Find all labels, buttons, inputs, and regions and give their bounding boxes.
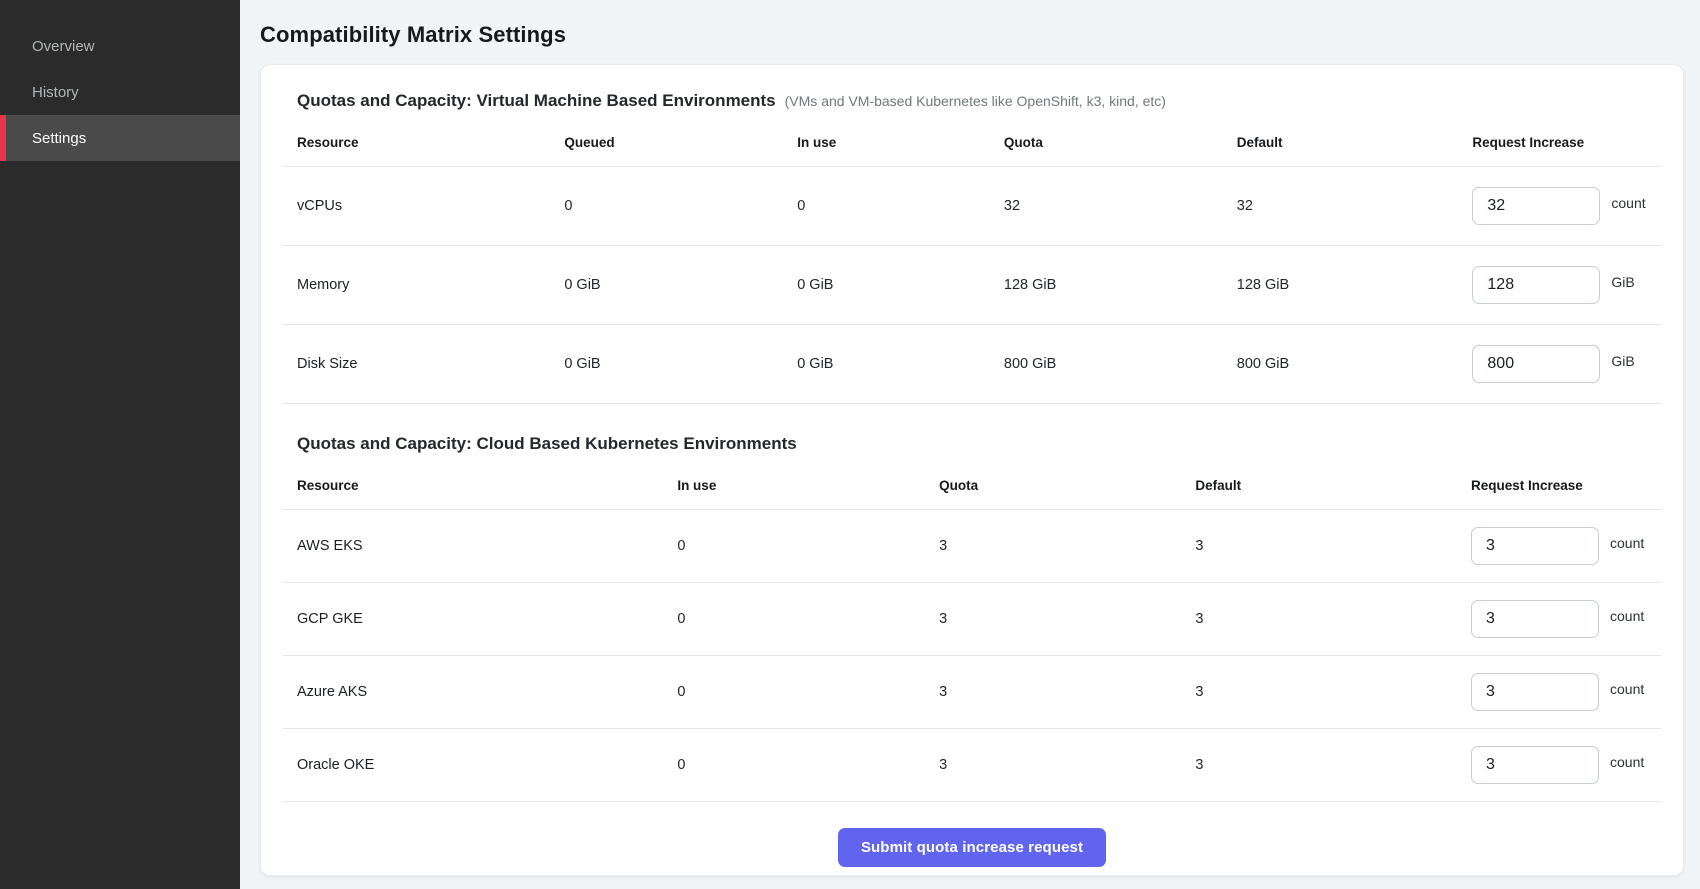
column-header: Queued bbox=[550, 115, 783, 166]
cell-value: 3 bbox=[925, 684, 1181, 700]
cell-value: 0 bbox=[550, 198, 783, 214]
request-increase-input[interactable] bbox=[1471, 673, 1599, 711]
cell-value: 32 bbox=[990, 198, 1223, 214]
cell-value: 0 GiB bbox=[550, 356, 783, 372]
settings-card: Quotas and Capacity: Virtual Machine Bas… bbox=[260, 64, 1684, 876]
request-increase-input[interactable] bbox=[1471, 600, 1599, 638]
resource-name: AWS EKS bbox=[283, 538, 663, 554]
sidebar: OverviewHistorySettings bbox=[0, 0, 240, 889]
cell-value: 128 GiB bbox=[990, 277, 1223, 293]
unit-label: count bbox=[1610, 608, 1644, 624]
cell-value: 0 bbox=[663, 684, 925, 700]
cell-value: 3 bbox=[925, 538, 1181, 554]
resource-name: vCPUs bbox=[283, 198, 550, 214]
table-row: vCPUs003232count bbox=[283, 167, 1661, 246]
cell-value: 800 GiB bbox=[990, 356, 1223, 372]
column-header: Quota bbox=[925, 458, 1181, 509]
request-increase-input[interactable] bbox=[1472, 187, 1600, 225]
sidebar-item-settings[interactable]: Settings bbox=[0, 115, 240, 161]
unit-label: count bbox=[1610, 681, 1644, 697]
cell-value: 0 bbox=[663, 611, 925, 627]
section-title: Quotas and Capacity: Virtual Machine Bas… bbox=[297, 91, 776, 111]
cell-value: 3 bbox=[925, 611, 1181, 627]
column-header: Default bbox=[1181, 458, 1457, 509]
column-header: In use bbox=[663, 458, 925, 509]
cell-value: 3 bbox=[925, 757, 1181, 773]
resource-name: Memory bbox=[283, 277, 550, 293]
request-increase-cell: GiB bbox=[1458, 266, 1661, 304]
table-row: Disk Size0 GiB0 GiB800 GiB800 GiBGiB bbox=[283, 325, 1661, 404]
cell-value: 0 GiB bbox=[550, 277, 783, 293]
cell-value: 0 bbox=[783, 198, 990, 214]
cell-value: 3 bbox=[1181, 757, 1457, 773]
unit-label: count bbox=[1610, 754, 1644, 770]
unit-label: GiB bbox=[1611, 353, 1634, 369]
app-window: OverviewHistorySettings Compatibility Ma… bbox=[0, 0, 1700, 889]
request-increase-cell: count bbox=[1457, 673, 1661, 711]
submit-quota-button[interactable]: Submit quota increase request bbox=[838, 828, 1106, 867]
table-row: Memory0 GiB0 GiB128 GiB128 GiBGiB bbox=[283, 246, 1661, 325]
table-body: AWS EKS033countGCP GKE033countAzure AKS0… bbox=[283, 510, 1661, 802]
cell-value: 0 GiB bbox=[783, 356, 990, 372]
request-increase-cell: count bbox=[1458, 187, 1661, 225]
column-header: Resource bbox=[283, 115, 550, 166]
request-increase-cell: count bbox=[1457, 600, 1661, 638]
table-row: AWS EKS033count bbox=[283, 510, 1661, 583]
table-row: GCP GKE033count bbox=[283, 583, 1661, 656]
column-header: Request Increase bbox=[1458, 115, 1661, 166]
column-header: Resource bbox=[283, 458, 663, 509]
unit-label: GiB bbox=[1611, 274, 1634, 290]
cell-value: 0 bbox=[663, 757, 925, 773]
cell-value: 3 bbox=[1181, 538, 1457, 554]
section-vm-environments: Quotas and Capacity: Virtual Machine Bas… bbox=[283, 91, 1661, 404]
column-header: Quota bbox=[990, 115, 1223, 166]
request-increase-cell: count bbox=[1457, 527, 1661, 565]
resource-name: Oracle OKE bbox=[283, 757, 663, 773]
request-increase-input[interactable] bbox=[1472, 266, 1600, 304]
request-increase-cell: count bbox=[1457, 746, 1661, 784]
resource-name: Azure AKS bbox=[283, 684, 663, 700]
cell-value: 3 bbox=[1181, 611, 1457, 627]
sidebar-item-overview[interactable]: Overview bbox=[0, 23, 240, 69]
unit-label: count bbox=[1611, 195, 1645, 211]
request-increase-input[interactable] bbox=[1471, 746, 1599, 784]
request-increase-input[interactable] bbox=[1471, 527, 1599, 565]
cell-value: 800 GiB bbox=[1223, 356, 1459, 372]
sidebar-item-history[interactable]: History bbox=[0, 69, 240, 115]
request-increase-input[interactable] bbox=[1472, 345, 1600, 383]
cell-value: 0 GiB bbox=[783, 277, 990, 293]
table-header-row: ResourceQueuedIn useQuotaDefaultRequest … bbox=[283, 115, 1661, 167]
request-increase-cell: GiB bbox=[1458, 345, 1661, 383]
cloud-quota-table: ResourceIn useQuotaDefaultRequest Increa… bbox=[283, 458, 1661, 802]
card-footer: Submit quota increase request bbox=[283, 802, 1661, 877]
vm-quota-table: ResourceQueuedIn useQuotaDefaultRequest … bbox=[283, 115, 1661, 404]
table-row: Oracle OKE033count bbox=[283, 729, 1661, 802]
column-header: Default bbox=[1223, 115, 1459, 166]
section-subtitle: (VMs and VM-based Kubernetes like OpenSh… bbox=[785, 93, 1166, 109]
section-title-row: Quotas and Capacity: Virtual Machine Bas… bbox=[283, 91, 1661, 111]
section-title-row: Quotas and Capacity: Cloud Based Kuberne… bbox=[283, 434, 1661, 454]
section-cloud-kubernetes: Quotas and Capacity: Cloud Based Kuberne… bbox=[283, 434, 1661, 802]
section-title: Quotas and Capacity: Cloud Based Kuberne… bbox=[297, 434, 797, 454]
column-header: Request Increase bbox=[1457, 458, 1661, 509]
cell-value: 0 bbox=[663, 538, 925, 554]
table-header-row: ResourceIn useQuotaDefaultRequest Increa… bbox=[283, 458, 1661, 510]
resource-name: Disk Size bbox=[283, 356, 550, 372]
cell-value: 3 bbox=[1181, 684, 1457, 700]
cell-value: 32 bbox=[1223, 198, 1459, 214]
cell-value: 128 GiB bbox=[1223, 277, 1459, 293]
sidebar-nav: OverviewHistorySettings bbox=[0, 23, 240, 161]
main-content: Compatibility Matrix Settings Quotas and… bbox=[240, 0, 1700, 889]
unit-label: count bbox=[1610, 535, 1644, 551]
resource-name: GCP GKE bbox=[283, 611, 663, 627]
column-header: In use bbox=[783, 115, 990, 166]
page-title: Compatibility Matrix Settings bbox=[260, 22, 1684, 48]
table-body: vCPUs003232countMemory0 GiB0 GiB128 GiB1… bbox=[283, 167, 1661, 404]
table-row: Azure AKS033count bbox=[283, 656, 1661, 729]
